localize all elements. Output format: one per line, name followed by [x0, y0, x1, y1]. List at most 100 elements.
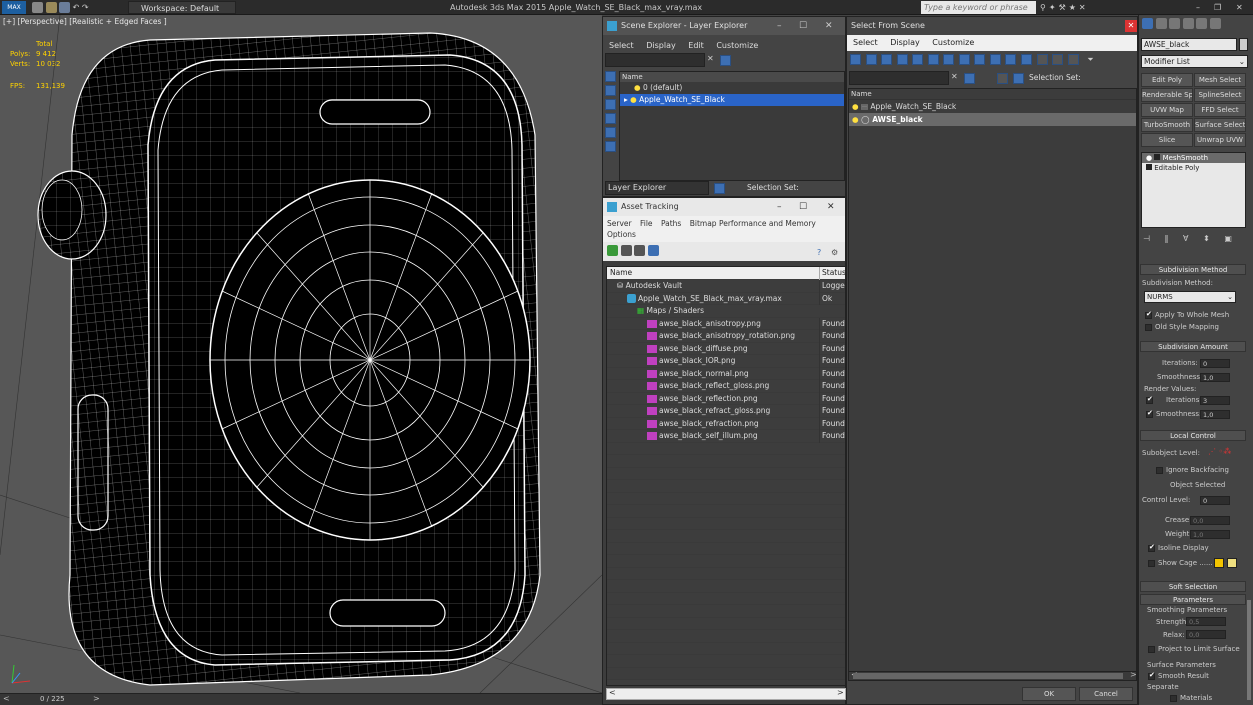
filter-funnel-icon[interactable]: ⏷: [1087, 55, 1093, 64]
modifier-button[interactable]: Mesh Select: [1194, 73, 1246, 87]
hierarchy-tab-icon[interactable]: [1169, 18, 1181, 29]
menu-paths[interactable]: Paths: [661, 219, 681, 228]
create-tab-icon[interactable]: [1142, 18, 1153, 29]
select-all-icon[interactable]: [1036, 54, 1048, 65]
sfs-scroll-thumb[interactable]: [853, 673, 1123, 679]
sfs-cancel-button[interactable]: Cancel: [1079, 687, 1133, 701]
scroll-left-icon[interactable]: <: [609, 688, 616, 697]
menu-options[interactable]: Options: [607, 230, 636, 239]
new-file-icon[interactable]: [32, 2, 43, 13]
sfs-find-icon[interactable]: [964, 73, 975, 84]
control-level-spinner[interactable]: 0: [1200, 496, 1230, 505]
apply-whole-mesh-checkbox[interactable]: Apply To Whole Mesh: [1145, 310, 1229, 319]
asset-tracking-minimize[interactable]: –: [777, 198, 782, 216]
filter-spacewarps-icon[interactable]: [927, 54, 939, 65]
scene-explorer-search[interactable]: [605, 53, 705, 67]
scene-explorer-titlebar[interactable]: Scene Explorer - Layer Explorer – ☐ ✕: [603, 17, 845, 35]
modifier-button[interactable]: SplineSelect: [1194, 88, 1246, 102]
asset-row[interactable]: awse_black_anisotropy_rotation.png Found: [607, 330, 845, 343]
cage-color-swatch-1[interactable]: [1214, 558, 1224, 568]
filter-lights-icon[interactable]: [881, 54, 893, 65]
display-lights-icon[interactable]: [605, 113, 616, 124]
refresh-icon[interactable]: [607, 245, 618, 256]
col-name[interactable]: Name: [610, 268, 632, 277]
clear-search-icon[interactable]: ✕: [707, 54, 714, 63]
parameters-rollout[interactable]: Parameters: [1140, 594, 1246, 605]
perspective-viewport[interactable]: [+] [Perspective] [Realistic + Edged Fac…: [0, 15, 602, 693]
bulb-icon[interactable]: ●: [1146, 154, 1152, 162]
ignore-backfacing-checkbox[interactable]: Ignore Backfacing: [1156, 466, 1229, 474]
motion-tab-icon[interactable]: [1182, 18, 1194, 29]
soft-selection-rollout[interactable]: Soft Selection: [1140, 581, 1246, 592]
crease-spinner[interactable]: 0,0: [1190, 516, 1230, 525]
strength-spinner[interactable]: 0,5: [1186, 617, 1226, 626]
sfs-menu-display[interactable]: Display: [890, 38, 920, 47]
asset-row[interactable]: ⛁ Autodesk Vault Logged: [607, 280, 845, 293]
select-from-scene-close[interactable]: ✕: [1125, 20, 1137, 32]
filter-helpers-icon[interactable]: [912, 54, 924, 65]
modifier-button[interactable]: Renderable Spline: [1141, 88, 1193, 102]
asset-row[interactable]: awse_black_IOR.png Found: [607, 355, 845, 368]
scene-explorer-maximize[interactable]: ☐: [799, 17, 807, 35]
modifier-button[interactable]: TurboSmooth: [1141, 118, 1193, 132]
col-status[interactable]: Status: [819, 267, 845, 280]
sfs-row-apple-watch[interactable]: ● ▤ Apple_Watch_SE_Black: [849, 100, 1136, 113]
maximize-icon[interactable]: ❐: [1214, 1, 1221, 14]
asset-row[interactable]: awse_black_refraction.png Found: [607, 417, 845, 430]
render-smoothness-spinner[interactable]: 1,0: [1200, 410, 1230, 419]
undo-icon[interactable]: ↶: [73, 3, 80, 12]
display-geometry-icon[interactable]: [605, 85, 616, 96]
sfs-hierarchy-icon[interactable]: [1013, 73, 1024, 84]
asset-row[interactable]: ▦ Maps / Shaders: [607, 305, 845, 318]
materials-checkbox[interactable]: Materials: [1170, 694, 1212, 702]
close-icon[interactable]: ✕: [1236, 1, 1243, 14]
asset-horizontal-scrollbar[interactable]: < >: [606, 688, 846, 700]
asset-tracking-close[interactable]: ✕: [827, 198, 835, 216]
command-panel-scrollbar[interactable]: [1247, 600, 1251, 700]
smoothness-spinner[interactable]: 1,0: [1200, 373, 1230, 382]
asset-tracking-titlebar[interactable]: Asset Tracking – ☐ ✕: [603, 198, 845, 216]
modifier-button[interactable]: Edit Poly: [1141, 73, 1193, 87]
asset-tracking-maximize[interactable]: ☐: [799, 198, 807, 216]
subdivision-method-dropdown[interactable]: NURMS ⌄: [1144, 291, 1236, 303]
help-icon[interactable]: ?: [817, 248, 821, 257]
table-view-icon[interactable]: [634, 245, 646, 256]
subdivision-amount-rollout[interactable]: Subdivision Amount: [1140, 341, 1246, 352]
sfs-ok-button[interactable]: OK: [1022, 687, 1076, 701]
select-invert-icon[interactable]: [1067, 54, 1079, 65]
filter-hidden-icon[interactable]: [1021, 54, 1033, 65]
iterations-spinner[interactable]: 0: [1200, 359, 1230, 368]
object-color-swatch[interactable]: [1239, 38, 1248, 51]
open-file-icon[interactable]: [45, 2, 57, 13]
isoline-display-checkbox[interactable]: Isoline Display: [1148, 543, 1209, 552]
filter-containers-icon[interactable]: [989, 54, 1001, 65]
scene-explorer-minimize[interactable]: –: [777, 17, 782, 35]
asset-row[interactable]: awse_black_self_illum.png Found: [607, 430, 845, 443]
sfs-search-input[interactable]: [849, 71, 949, 85]
expand-icon[interactable]: [1146, 164, 1152, 170]
app-logo[interactable]: MAX: [2, 1, 26, 14]
menu-display[interactable]: Display: [646, 41, 676, 50]
asset-row[interactable]: awse_black_reflection.png Found: [607, 392, 845, 405]
layer-row-apple-watch[interactable]: ▸ ● Apple_Watch_SE_Black: [620, 94, 844, 106]
asset-row[interactable]: awse_black_diffuse.png Found: [607, 342, 845, 355]
display-helpers-icon[interactable]: [605, 141, 616, 152]
layers-icon[interactable]: [714, 183, 725, 194]
filter-frozen-icon[interactable]: [1005, 54, 1017, 65]
asset-row[interactable]: awse_black_refract_gloss.png Found: [607, 405, 845, 418]
asset-row[interactable]: Apple_Watch_SE_Black_max_vray.max Ok: [607, 292, 845, 305]
display-shapes-icon[interactable]: [605, 99, 616, 110]
filter-geometry-icon[interactable]: [850, 54, 861, 65]
filter-cameras-icon[interactable]: [896, 54, 908, 65]
subdivision-method-rollout[interactable]: Subdivision Method: [1140, 264, 1246, 275]
menu-edit[interactable]: Edit: [688, 41, 704, 50]
sfs-clear-search-icon[interactable]: ✕: [951, 72, 958, 81]
bulb-icon[interactable]: ●: [634, 83, 641, 92]
layer-row-default[interactable]: ● 0 (default): [620, 82, 844, 94]
relax-spinner[interactable]: 0,0: [1186, 630, 1226, 639]
bulb-icon[interactable]: ●: [852, 115, 859, 124]
sfs-menu-select[interactable]: Select: [853, 38, 878, 47]
modifier-button[interactable]: Unwrap UVW: [1194, 133, 1246, 147]
menu-select[interactable]: Select: [609, 41, 634, 50]
select-from-scene-titlebar[interactable]: Select From Scene ✕: [847, 17, 1137, 35]
